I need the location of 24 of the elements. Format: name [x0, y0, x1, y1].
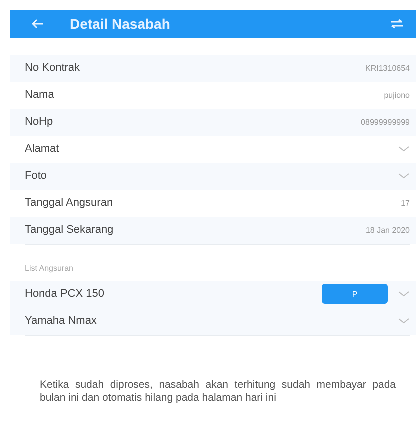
- installment-name: Honda PCX 150: [25, 288, 106, 300]
- process-button[interactable]: P: [322, 284, 388, 304]
- field-value: 08999999999: [361, 118, 410, 126]
- back-arrow-icon[interactable]: [32, 19, 44, 29]
- chevron-down-icon[interactable]: [398, 146, 410, 152]
- field-label: No Kontrak: [25, 62, 82, 74]
- field-value: KRI1310654: [366, 64, 410, 72]
- field-value: 18 Jan 2020: [366, 226, 410, 234]
- chevron-down-icon[interactable]: [398, 318, 410, 324]
- field-label: Tanggal Sekarang: [25, 224, 115, 236]
- info-note: Ketika sudah diproses, nasabah akan terhitung sudah membayar pada bulan ini dan otomatis hilang pada halaman hari ini: [40, 379, 396, 404]
- chevron-down-icon[interactable]: [398, 291, 410, 297]
- field-label: Foto: [25, 170, 48, 182]
- chevron-down-icon[interactable]: [398, 173, 410, 179]
- field-label: Nama: [25, 89, 56, 101]
- field-value: 17: [401, 198, 410, 208]
- field-value: pujiono: [384, 90, 410, 100]
- section-title: List Angsuran: [25, 264, 74, 273]
- installment-name: Yamaha Nmax: [25, 315, 98, 327]
- field-label: NoHp: [25, 116, 54, 128]
- field-label: Alamat: [25, 143, 60, 155]
- field-label: Tanggal Angsuran: [25, 197, 114, 209]
- swap-icon[interactable]: [390, 19, 404, 29]
- screen-title: Detail Nasabah: [70, 16, 172, 32]
